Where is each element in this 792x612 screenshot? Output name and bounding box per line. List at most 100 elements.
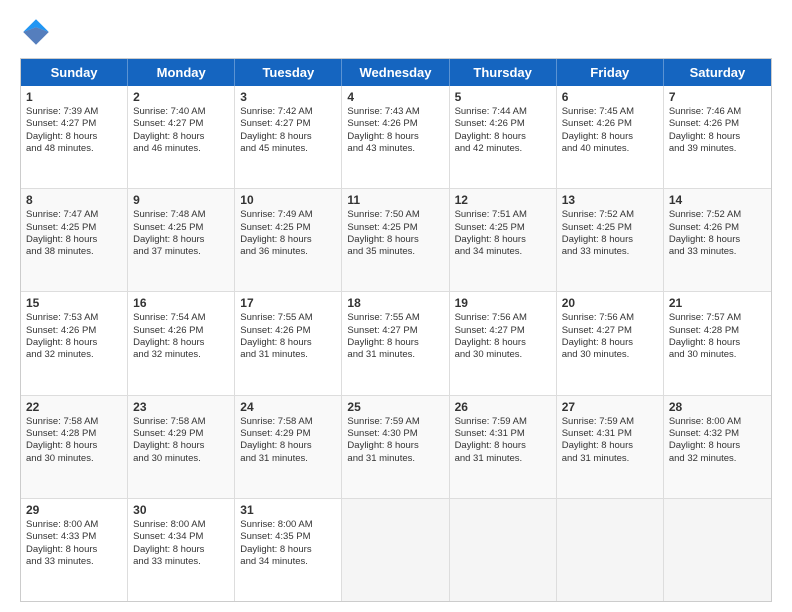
- day-cell-29: 29Sunrise: 8:00 AMSunset: 4:33 PMDayligh…: [21, 499, 128, 601]
- cell-line-2: Daylight: 8 hours: [240, 234, 336, 246]
- day-number: 6: [562, 90, 658, 104]
- cell-line-1: Sunset: 4:29 PM: [133, 428, 229, 440]
- header-day-tuesday: Tuesday: [235, 59, 342, 86]
- cell-line-2: Daylight: 8 hours: [26, 544, 122, 556]
- cell-line-1: Sunset: 4:26 PM: [669, 118, 766, 130]
- cell-line-1: Sunset: 4:29 PM: [240, 428, 336, 440]
- cell-line-2: Daylight: 8 hours: [133, 544, 229, 556]
- cell-line-2: Daylight: 8 hours: [133, 440, 229, 452]
- cell-line-2: Daylight: 8 hours: [347, 337, 443, 349]
- empty-cell: [450, 499, 557, 601]
- cell-line-2: Daylight: 8 hours: [133, 337, 229, 349]
- cell-line-0: Sunrise: 7:43 AM: [347, 106, 443, 118]
- header-day-friday: Friday: [557, 59, 664, 86]
- header-day-sunday: Sunday: [21, 59, 128, 86]
- day-cell-16: 16Sunrise: 7:54 AMSunset: 4:26 PMDayligh…: [128, 292, 235, 394]
- cell-line-2: Daylight: 8 hours: [347, 131, 443, 143]
- header-day-saturday: Saturday: [664, 59, 771, 86]
- day-cell-6: 6Sunrise: 7:45 AMSunset: 4:26 PMDaylight…: [557, 86, 664, 188]
- cell-line-2: Daylight: 8 hours: [26, 440, 122, 452]
- day-number: 11: [347, 193, 443, 207]
- cell-line-3: and 37 minutes.: [133, 246, 229, 258]
- day-cell-20: 20Sunrise: 7:56 AMSunset: 4:27 PMDayligh…: [557, 292, 664, 394]
- day-cell-18: 18Sunrise: 7:55 AMSunset: 4:27 PMDayligh…: [342, 292, 449, 394]
- cell-line-1: Sunset: 4:27 PM: [240, 118, 336, 130]
- cell-line-0: Sunrise: 7:50 AM: [347, 209, 443, 221]
- cell-line-3: and 32 minutes.: [669, 453, 766, 465]
- cell-line-3: and 35 minutes.: [347, 246, 443, 258]
- cell-line-2: Daylight: 8 hours: [562, 440, 658, 452]
- cell-line-3: and 30 minutes.: [455, 349, 551, 361]
- cell-line-2: Daylight: 8 hours: [455, 440, 551, 452]
- cell-line-2: Daylight: 8 hours: [240, 337, 336, 349]
- day-cell-15: 15Sunrise: 7:53 AMSunset: 4:26 PMDayligh…: [21, 292, 128, 394]
- cell-line-2: Daylight: 8 hours: [347, 234, 443, 246]
- cell-line-3: and 45 minutes.: [240, 143, 336, 155]
- day-number: 7: [669, 90, 766, 104]
- cell-line-3: and 30 minutes.: [133, 453, 229, 465]
- empty-cell: [664, 499, 771, 601]
- cell-line-0: Sunrise: 7:47 AM: [26, 209, 122, 221]
- cell-line-0: Sunrise: 7:53 AM: [26, 312, 122, 324]
- day-cell-14: 14Sunrise: 7:52 AMSunset: 4:26 PMDayligh…: [664, 189, 771, 291]
- day-number: 23: [133, 400, 229, 414]
- day-cell-9: 9Sunrise: 7:48 AMSunset: 4:25 PMDaylight…: [128, 189, 235, 291]
- day-number: 29: [26, 503, 122, 517]
- cell-line-3: and 31 minutes.: [240, 453, 336, 465]
- cell-line-3: and 43 minutes.: [347, 143, 443, 155]
- day-number: 1: [26, 90, 122, 104]
- cell-line-0: Sunrise: 7:58 AM: [240, 416, 336, 428]
- cell-line-0: Sunrise: 7:59 AM: [455, 416, 551, 428]
- day-cell-5: 5Sunrise: 7:44 AMSunset: 4:26 PMDaylight…: [450, 86, 557, 188]
- cell-line-1: Sunset: 4:26 PM: [455, 118, 551, 130]
- day-cell-28: 28Sunrise: 8:00 AMSunset: 4:32 PMDayligh…: [664, 396, 771, 498]
- cell-line-0: Sunrise: 7:42 AM: [240, 106, 336, 118]
- day-cell-17: 17Sunrise: 7:55 AMSunset: 4:26 PMDayligh…: [235, 292, 342, 394]
- cell-line-3: and 48 minutes.: [26, 143, 122, 155]
- day-cell-4: 4Sunrise: 7:43 AMSunset: 4:26 PMDaylight…: [342, 86, 449, 188]
- cell-line-3: and 32 minutes.: [133, 349, 229, 361]
- cell-line-3: and 32 minutes.: [26, 349, 122, 361]
- cell-line-3: and 38 minutes.: [26, 246, 122, 258]
- day-cell-8: 8Sunrise: 7:47 AMSunset: 4:25 PMDaylight…: [21, 189, 128, 291]
- cell-line-3: and 33 minutes.: [133, 556, 229, 568]
- calendar-header-row: SundayMondayTuesdayWednesdayThursdayFrid…: [21, 59, 771, 86]
- cell-line-1: Sunset: 4:25 PM: [26, 222, 122, 234]
- empty-cell: [557, 499, 664, 601]
- cell-line-2: Daylight: 8 hours: [562, 131, 658, 143]
- cell-line-2: Daylight: 8 hours: [562, 234, 658, 246]
- cell-line-0: Sunrise: 7:59 AM: [347, 416, 443, 428]
- day-number: 31: [240, 503, 336, 517]
- cell-line-2: Daylight: 8 hours: [26, 234, 122, 246]
- cell-line-0: Sunrise: 7:44 AM: [455, 106, 551, 118]
- cell-line-0: Sunrise: 7:52 AM: [669, 209, 766, 221]
- cell-line-0: Sunrise: 7:56 AM: [455, 312, 551, 324]
- cell-line-3: and 33 minutes.: [669, 246, 766, 258]
- cell-line-0: Sunrise: 7:40 AM: [133, 106, 229, 118]
- cell-line-2: Daylight: 8 hours: [669, 234, 766, 246]
- cell-line-3: and 39 minutes.: [669, 143, 766, 155]
- calendar: SundayMondayTuesdayWednesdayThursdayFrid…: [20, 58, 772, 602]
- calendar-row-1: 1Sunrise: 7:39 AMSunset: 4:27 PMDaylight…: [21, 86, 771, 189]
- cell-line-2: Daylight: 8 hours: [240, 544, 336, 556]
- day-number: 12: [455, 193, 551, 207]
- cell-line-3: and 30 minutes.: [562, 349, 658, 361]
- cell-line-2: Daylight: 8 hours: [133, 131, 229, 143]
- day-number: 2: [133, 90, 229, 104]
- cell-line-0: Sunrise: 7:49 AM: [240, 209, 336, 221]
- day-cell-24: 24Sunrise: 7:58 AMSunset: 4:29 PMDayligh…: [235, 396, 342, 498]
- cell-line-0: Sunrise: 7:56 AM: [562, 312, 658, 324]
- cell-line-0: Sunrise: 7:57 AM: [669, 312, 766, 324]
- day-cell-3: 3Sunrise: 7:42 AMSunset: 4:27 PMDaylight…: [235, 86, 342, 188]
- cell-line-1: Sunset: 4:30 PM: [347, 428, 443, 440]
- day-number: 4: [347, 90, 443, 104]
- day-number: 5: [455, 90, 551, 104]
- cell-line-1: Sunset: 4:25 PM: [562, 222, 658, 234]
- cell-line-2: Daylight: 8 hours: [133, 234, 229, 246]
- day-cell-30: 30Sunrise: 8:00 AMSunset: 4:34 PMDayligh…: [128, 499, 235, 601]
- day-cell-19: 19Sunrise: 7:56 AMSunset: 4:27 PMDayligh…: [450, 292, 557, 394]
- cell-line-0: Sunrise: 7:46 AM: [669, 106, 766, 118]
- day-cell-12: 12Sunrise: 7:51 AMSunset: 4:25 PMDayligh…: [450, 189, 557, 291]
- cell-line-0: Sunrise: 7:54 AM: [133, 312, 229, 324]
- cell-line-0: Sunrise: 7:55 AM: [240, 312, 336, 324]
